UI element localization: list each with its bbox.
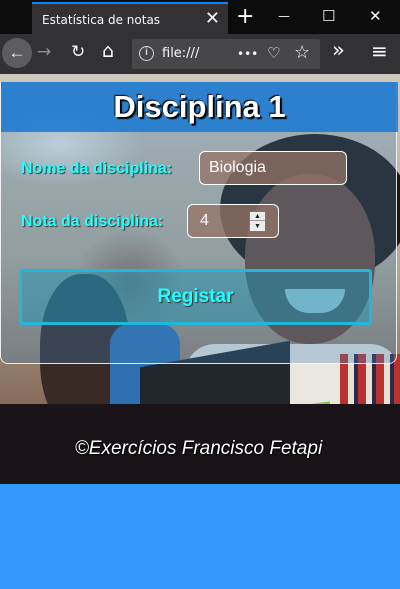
spin-down-icon[interactable]: ▼ bbox=[250, 222, 265, 231]
register-button[interactable]: Registar bbox=[19, 269, 372, 325]
grade-stepper[interactable]: ▲ ▼ bbox=[249, 211, 266, 232]
pocket-icon[interactable]: ♡ bbox=[267, 44, 280, 62]
copyright-note: ©Exercícios Francisco Fetapi bbox=[74, 438, 323, 459]
spin-up-icon[interactable]: ▲ bbox=[250, 212, 265, 221]
discipline-name-label: Nome da disciplina: bbox=[21, 160, 173, 177]
tab-title: Estatística de notas bbox=[42, 13, 161, 27]
page-title: Disciplina 1 bbox=[113, 89, 286, 124]
window-close-icon[interactable]: ✕ bbox=[369, 7, 382, 25]
tab-estatistica[interactable]: Estatística de notas ✕ bbox=[32, 2, 228, 34]
tab-bar: Estatística de notas ✕ + — ☐ ✕ bbox=[0, 0, 400, 34]
discipline-form-panel: Disciplina 1 Nome da disciplina: Nota da… bbox=[0, 82, 398, 364]
hamburger-menu-icon[interactable]: ≡ bbox=[371, 39, 388, 63]
forward-arrow-icon[interactable]: → bbox=[37, 42, 51, 62]
url-bar[interactable]: i file:/// ••• ♡ ☆ bbox=[132, 39, 320, 69]
overflow-chevron-icon[interactable]: » bbox=[332, 38, 345, 62]
bookmark-star-icon[interactable]: ☆ bbox=[294, 42, 310, 63]
new-tab-icon[interactable]: + bbox=[236, 4, 254, 29]
url-text[interactable]: file:/// bbox=[162, 46, 199, 61]
more-actions-icon[interactable]: ••• bbox=[237, 47, 258, 61]
home-icon[interactable]: ⌂ bbox=[102, 40, 114, 62]
navigation-bar: ← → ↻ ⌂ i file:/// ••• ♡ ☆ » ≡ bbox=[0, 34, 400, 74]
info-icon[interactable]: i bbox=[139, 46, 154, 61]
discipline-name-input[interactable] bbox=[199, 151, 347, 185]
back-arrow-icon[interactable]: ← bbox=[2, 38, 32, 68]
page-content: Disciplina 1 Nome da disciplina: Nota da… bbox=[0, 74, 400, 484]
grade-number-input[interactable]: 4 ▲ ▼ bbox=[187, 204, 279, 238]
reload-icon[interactable]: ↻ bbox=[71, 42, 85, 62]
grade-value[interactable]: 4 bbox=[200, 212, 209, 230]
minimize-icon[interactable]: — bbox=[278, 9, 290, 23]
maximize-icon[interactable]: ☐ bbox=[322, 7, 335, 25]
close-tab-icon[interactable]: ✕ bbox=[205, 8, 220, 29]
discipline-grade-label: Nota da disciplina: bbox=[21, 213, 164, 230]
panel-header: Disciplina 1 bbox=[1, 82, 398, 132]
